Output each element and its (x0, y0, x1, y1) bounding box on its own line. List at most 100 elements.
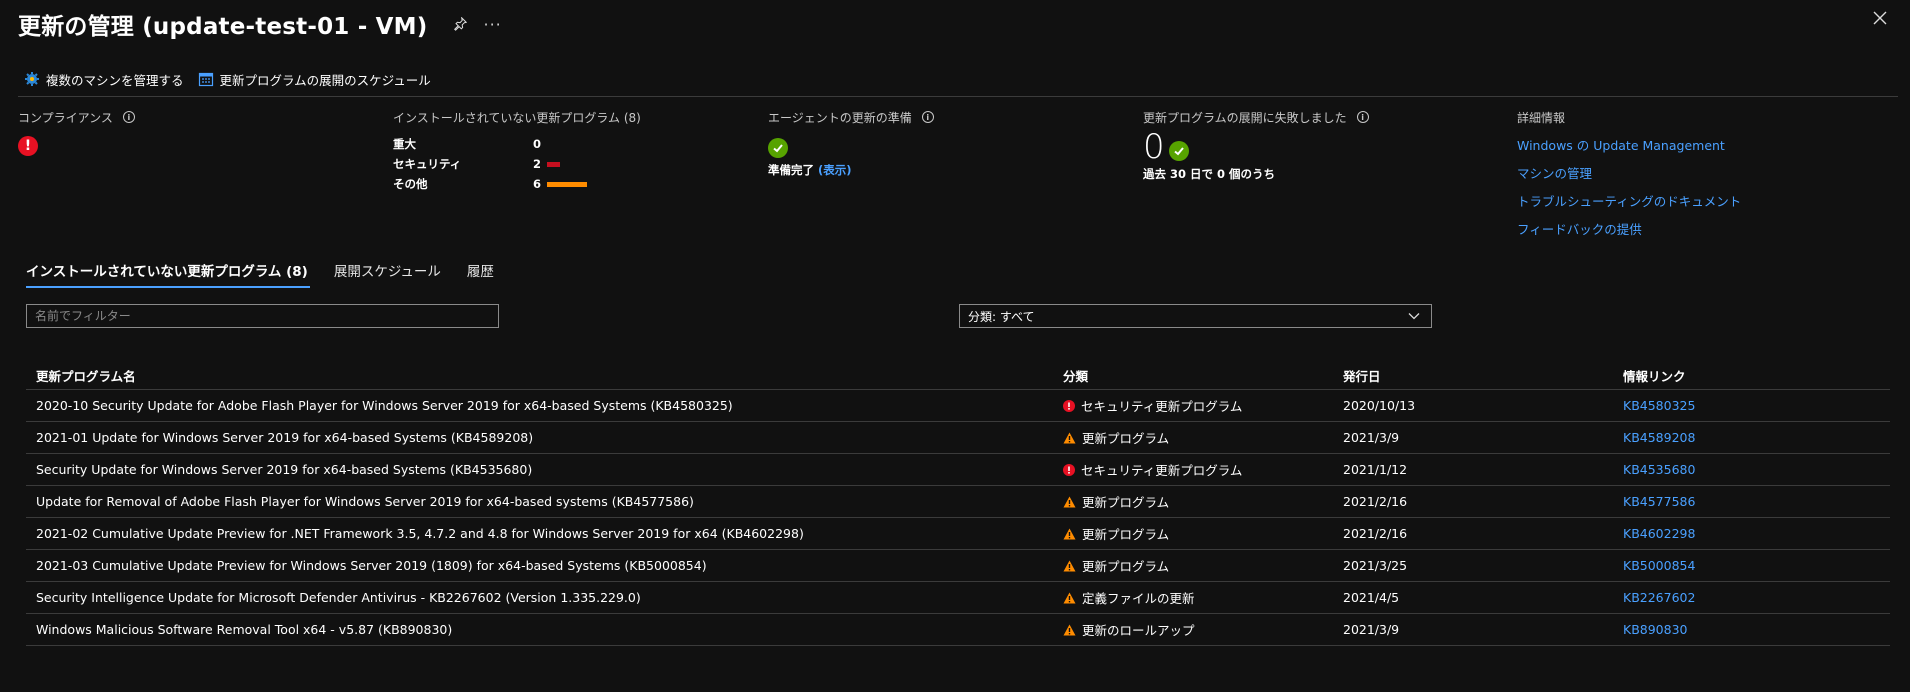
update-release-date: 2021/2/16 (1343, 526, 1408, 541)
warning-icon (1063, 496, 1076, 508)
chevron-down-icon (1407, 310, 1421, 325)
table-header: 更新プログラム名 分類 発行日 情報リンク (26, 362, 1890, 390)
missing-row-count: 0 (533, 137, 542, 151)
info-icon[interactable]: i (1356, 111, 1369, 123)
check-icon (768, 138, 788, 158)
missing-row-label: その他 (393, 177, 428, 191)
agent-readiness-view-link[interactable]: (表示) (818, 163, 852, 177)
table-row[interactable]: Security Update for Windows Server 2019 … (26, 454, 1890, 486)
update-kb-link[interactable]: KB2267602 (1623, 590, 1890, 605)
missing-row-count: 2 (533, 157, 542, 171)
table-row[interactable]: 2021-02 Cumulative Update Preview for .N… (26, 518, 1890, 550)
update-classification: 更新プログラム (1082, 559, 1170, 574)
update-release-date: 2021/3/25 (1343, 558, 1408, 573)
info-icon[interactable]: i (122, 111, 135, 123)
update-kb-link[interactable]: KB4602298 (1623, 526, 1890, 541)
table-row[interactable]: 2020-10 Security Update for Adobe Flash … (26, 390, 1890, 422)
table-row[interactable]: Update for Removal of Adobe Flash Player… (26, 486, 1890, 518)
warning-icon (1063, 592, 1076, 604)
classification-select[interactable]: 分類: すべて (959, 304, 1432, 328)
update-classification: 更新のロールアップ (1082, 623, 1195, 638)
failed-deployments-card: 更新プログラムの展開に失敗しました i 0 過去 30 日で 0 個のうち (1143, 108, 1369, 182)
column-header-link[interactable]: 情報リンク (1623, 366, 1890, 385)
update-release-date: 2021/4/5 (1343, 590, 1400, 605)
update-kb-link[interactable]: KB4577586 (1623, 494, 1890, 509)
manage-machines-link[interactable]: マシンの管理 (1517, 163, 1741, 182)
update-name: 2021-03 Cumulative Update Preview for Wi… (36, 558, 707, 573)
name-filter-input[interactable] (26, 304, 499, 328)
update-management-docs-link[interactable]: Windows の Update Management (1517, 135, 1741, 154)
agent-readiness-status-row: 準備完了 (表示) (768, 162, 934, 178)
update-classification-cell: 定義ファイルの更新 (1063, 588, 1343, 607)
update-classification-cell: セキュリティ更新プログラム (1063, 396, 1343, 415)
column-header-classification[interactable]: 分類 (1063, 366, 1343, 385)
missing-updates-title: インストールされていない更新プログラム (8) (393, 110, 641, 125)
pin-icon[interactable] (451, 15, 469, 33)
missing-row-critical: 重大 0 (393, 134, 641, 154)
update-release-date: 2021/2/16 (1343, 494, 1408, 509)
check-icon (1168, 141, 1189, 161)
missing-row-label: セキュリティ (393, 157, 462, 171)
update-classification: 更新プログラム (1082, 527, 1170, 542)
calendar-icon (198, 72, 213, 87)
missing-row-bar (547, 181, 588, 187)
warning-icon (1063, 560, 1076, 572)
toolbar-divider (18, 96, 1898, 97)
update-kb-link[interactable]: KB4535680 (1623, 462, 1890, 477)
column-header-name[interactable]: 更新プログラム名 (26, 366, 1063, 385)
title-bar: 更新の管理 (update-test-01 - VM) ··· (18, 4, 502, 44)
missing-row-bar (547, 161, 561, 167)
close-icon[interactable] (1872, 10, 1890, 28)
warning-icon (1063, 432, 1076, 444)
update-classification-cell: 更新プログラム (1063, 524, 1343, 543)
troubleshooting-docs-link[interactable]: トラブルシューティングのドキュメント (1517, 191, 1741, 210)
page-title: 更新の管理 (update-test-01 - VM) (18, 14, 428, 40)
update-kb-link[interactable]: KB4580325 (1623, 398, 1890, 413)
update-name: 2021-01 Update for Windows Server 2019 f… (36, 430, 534, 445)
update-classification-cell: 更新プログラム (1063, 492, 1343, 511)
update-kb-link[interactable]: KB890830 (1623, 622, 1890, 637)
schedule-deployment-button[interactable]: 更新プログラムの展開のスケジュール (198, 70, 431, 89)
failed-deployments-title-row: 更新プログラムの展開に失敗しました i (1143, 108, 1369, 126)
missing-updates-title-row: インストールされていない更新プログラム (8) (393, 108, 641, 126)
update-classification: セキュリティ更新プログラム (1081, 399, 1243, 414)
update-classification: セキュリティ更新プログラム (1081, 463, 1243, 478)
compliance-title: コンプライアンス (18, 110, 113, 125)
missing-row-security: セキュリティ 2 (393, 154, 641, 174)
command-bar: 複数のマシンを管理する 更新プログラムの展開のスケジュール (24, 68, 445, 90)
table-row[interactable]: Security Intelligence Update for Microso… (26, 582, 1890, 614)
error-icon: ! (18, 136, 38, 156)
table-row[interactable]: 2021-01 Update for Windows Server 2019 f… (26, 422, 1890, 454)
table-row[interactable]: Windows Malicious Software Removal Tool … (26, 614, 1890, 646)
update-kb-link[interactable]: KB4589208 (1623, 430, 1890, 445)
table-row[interactable]: 2021-03 Cumulative Update Preview for Wi… (26, 550, 1890, 582)
tab-bar: インストールされていない更新プログラム (8) 展開スケジュール 履歴 (26, 260, 520, 288)
tab-deployment-schedules[interactable]: 展開スケジュール (334, 260, 441, 288)
column-header-date[interactable]: 発行日 (1343, 366, 1623, 385)
update-name: Update for Removal of Adobe Flash Player… (36, 494, 694, 509)
tab-history[interactable]: 履歴 (467, 260, 494, 288)
update-management-blade: 更新の管理 (update-test-01 - VM) ··· 複数のマシンを管… (0, 0, 1910, 692)
more-options-icon[interactable]: ··· (483, 15, 501, 34)
error-icon (1063, 463, 1075, 476)
manage-multiple-machines-button[interactable]: 複数のマシンを管理する (24, 70, 184, 89)
info-icon[interactable]: i (921, 111, 934, 123)
warning-icon (1063, 624, 1076, 636)
update-classification-cell: 更新プログラム (1063, 556, 1343, 575)
table-body: 2020-10 Security Update for Adobe Flash … (26, 390, 1890, 646)
tab-missing-updates[interactable]: インストールされていない更新プログラム (8) (26, 260, 310, 288)
feedback-link[interactable]: フィードバックの提供 (1517, 219, 1741, 238)
update-name: 2020-10 Security Update for Adobe Flash … (36, 398, 733, 413)
gear-icon (25, 72, 39, 86)
agent-readiness-card: エージェントの更新の準備 i 準備完了 (表示) (768, 108, 934, 178)
more-info-title: 詳細情報 (1517, 110, 1566, 125)
error-icon (1063, 399, 1075, 412)
update-name: Windows Malicious Software Removal Tool … (36, 622, 453, 637)
missing-row-other: その他 6 (393, 174, 641, 194)
update-name: Security Update for Windows Server 2019 … (36, 462, 533, 477)
update-name: 2021-02 Cumulative Update Preview for .N… (36, 526, 804, 541)
update-kb-link[interactable]: KB5000854 (1623, 558, 1890, 573)
update-classification-cell: 更新のロールアップ (1063, 620, 1343, 639)
missing-row-count: 6 (533, 177, 542, 191)
missing-row-label: 重大 (393, 137, 416, 151)
